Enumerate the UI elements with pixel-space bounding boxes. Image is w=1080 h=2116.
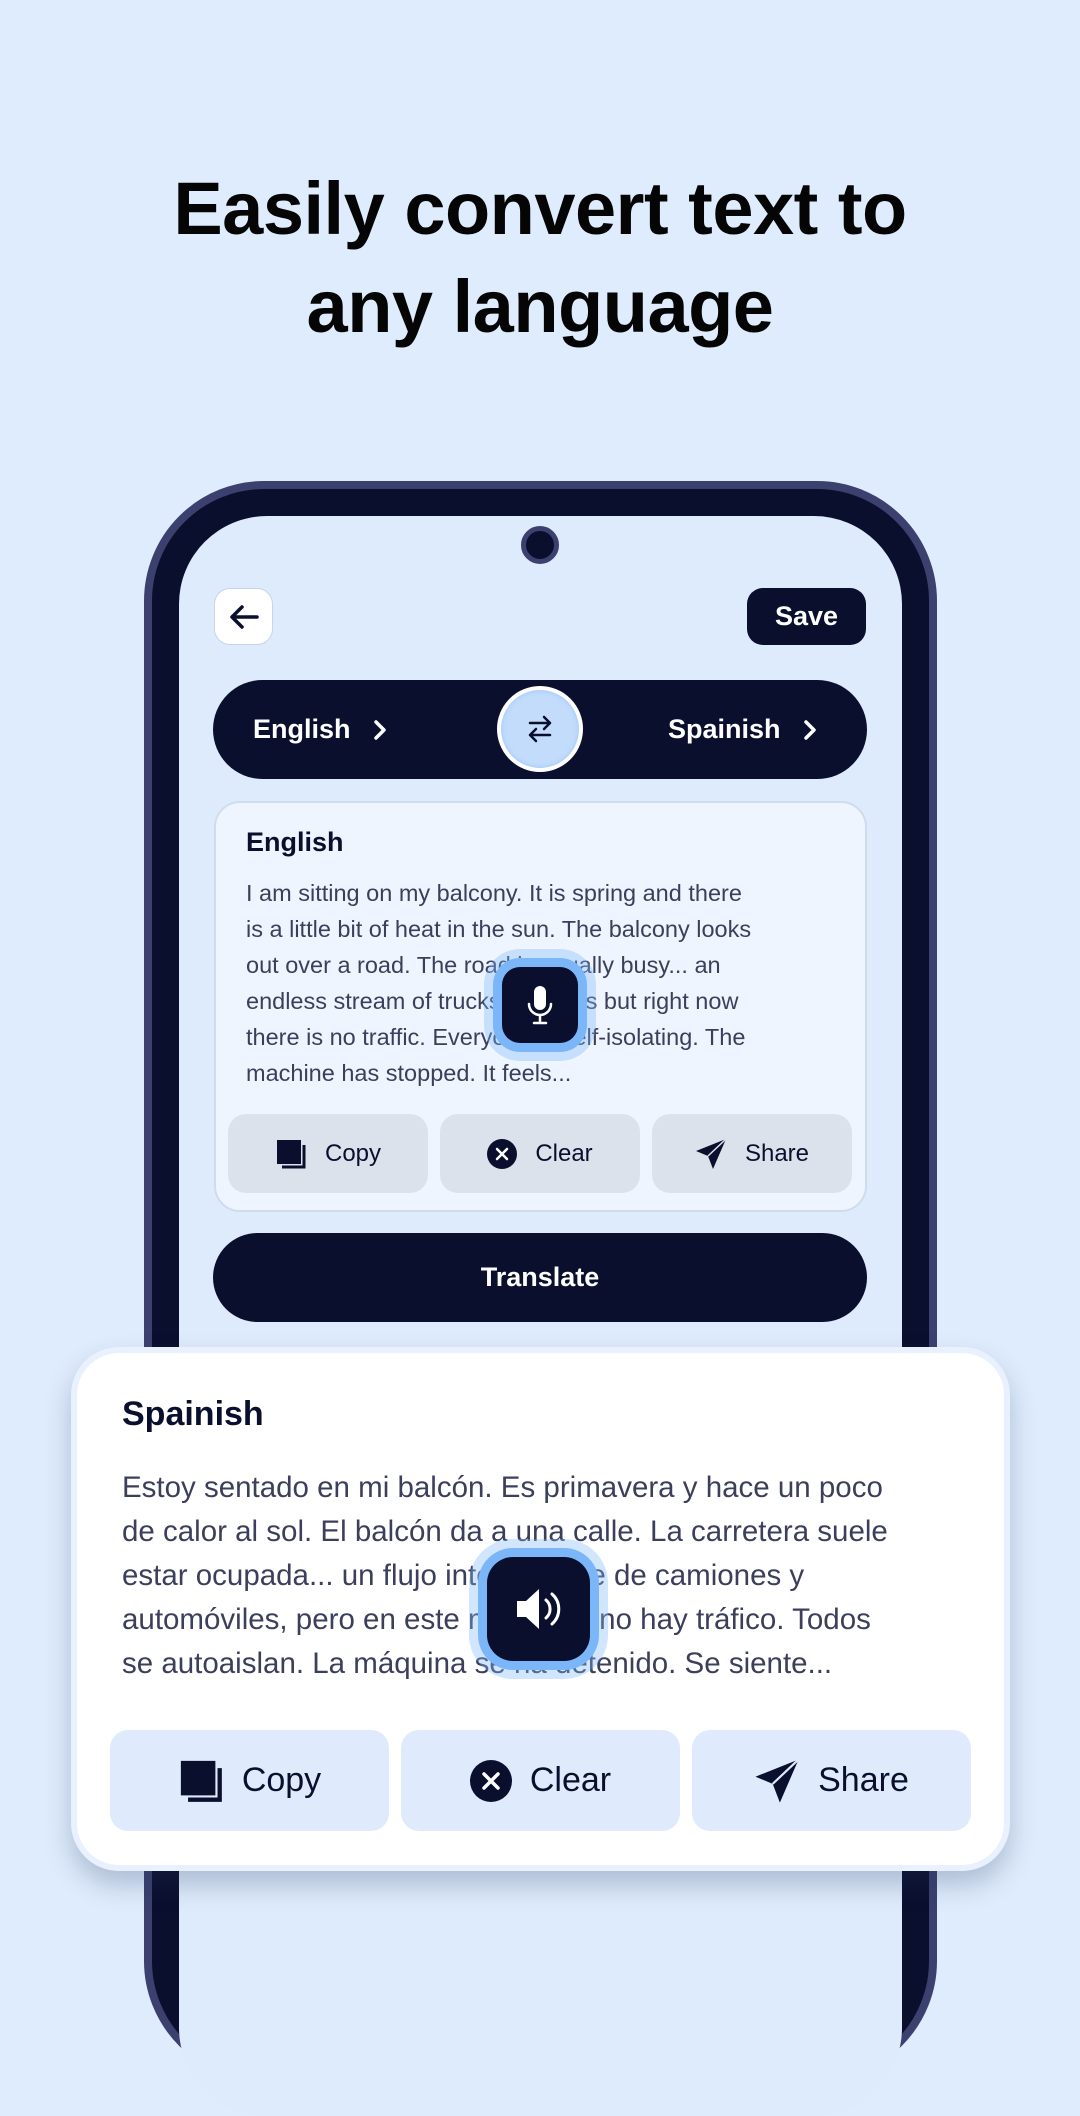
send-icon [695, 1137, 727, 1169]
translate-button[interactable]: Translate [213, 1233, 867, 1322]
arrow-left-icon [229, 604, 259, 629]
clear-label: Clear [535, 1139, 593, 1167]
microphone-button[interactable] [502, 967, 578, 1043]
share-button[interactable]: Share [692, 1730, 971, 1831]
chevron-right-icon [373, 719, 386, 740]
chevron-right-icon [803, 719, 816, 740]
headline-line: Easily convert text to [173, 167, 907, 250]
text-line: de calor al sol. El balcón da a una call… [122, 1515, 888, 1548]
clear-circle-icon [487, 1138, 518, 1169]
headline: Easily convert text to any language [0, 160, 1080, 356]
copy-icon [276, 1139, 306, 1168]
swap-arrows-icon [528, 715, 552, 743]
clear-button[interactable]: Clear [401, 1730, 680, 1831]
headline-line: any language [306, 265, 774, 348]
clear-button[interactable]: Clear [440, 1114, 640, 1193]
output-card-title: Spainish [122, 1395, 264, 1433]
speaker-icon [516, 1589, 560, 1629]
share-label: Share [818, 1761, 909, 1799]
text-line: I am sitting on my balcony. It is spring… [246, 880, 742, 906]
text-line: there is no traffic. Everyone is self-is… [246, 1024, 746, 1050]
copy-icon [180, 1760, 222, 1802]
copy-button[interactable]: Copy [228, 1114, 428, 1193]
copy-button[interactable]: Copy [110, 1730, 389, 1831]
save-button[interactable]: Save [747, 588, 866, 645]
clear-label: Clear [529, 1761, 612, 1799]
send-icon [755, 1758, 800, 1803]
text-line: machine has stopped. It feels... [246, 1060, 572, 1086]
camera-icon [521, 526, 559, 564]
text-line: is a little bit of heat in the sun. The … [246, 916, 752, 942]
text-line: endless stream of trucks and cars but ri… [246, 988, 739, 1014]
microphone-icon [527, 986, 553, 1025]
source-language-selector[interactable]: English [253, 680, 387, 779]
text-line: out over a road. The road is usually bus… [246, 952, 721, 978]
source-card-title: English [246, 827, 344, 857]
copy-label: Copy [324, 1139, 382, 1167]
swap-languages-button[interactable] [497, 686, 583, 772]
copy-label: Copy [241, 1761, 322, 1799]
language-bar: English Spainish [213, 680, 867, 779]
source-text[interactable]: I am sitting on my balcony. It is spring… [246, 875, 751, 1091]
share-label: Share [744, 1139, 810, 1167]
target-language-selector[interactable]: Spainish [668, 680, 817, 779]
back-button[interactable] [214, 588, 273, 645]
clear-circle-icon [469, 1759, 512, 1802]
speaker-button[interactable] [487, 1557, 590, 1661]
text-line: Estoy sentado en mi balcón. Es primavera… [122, 1471, 883, 1504]
target-language-label: Spainish [668, 714, 781, 744]
share-button[interactable]: Share [652, 1114, 852, 1193]
source-language-label: English [253, 714, 351, 744]
